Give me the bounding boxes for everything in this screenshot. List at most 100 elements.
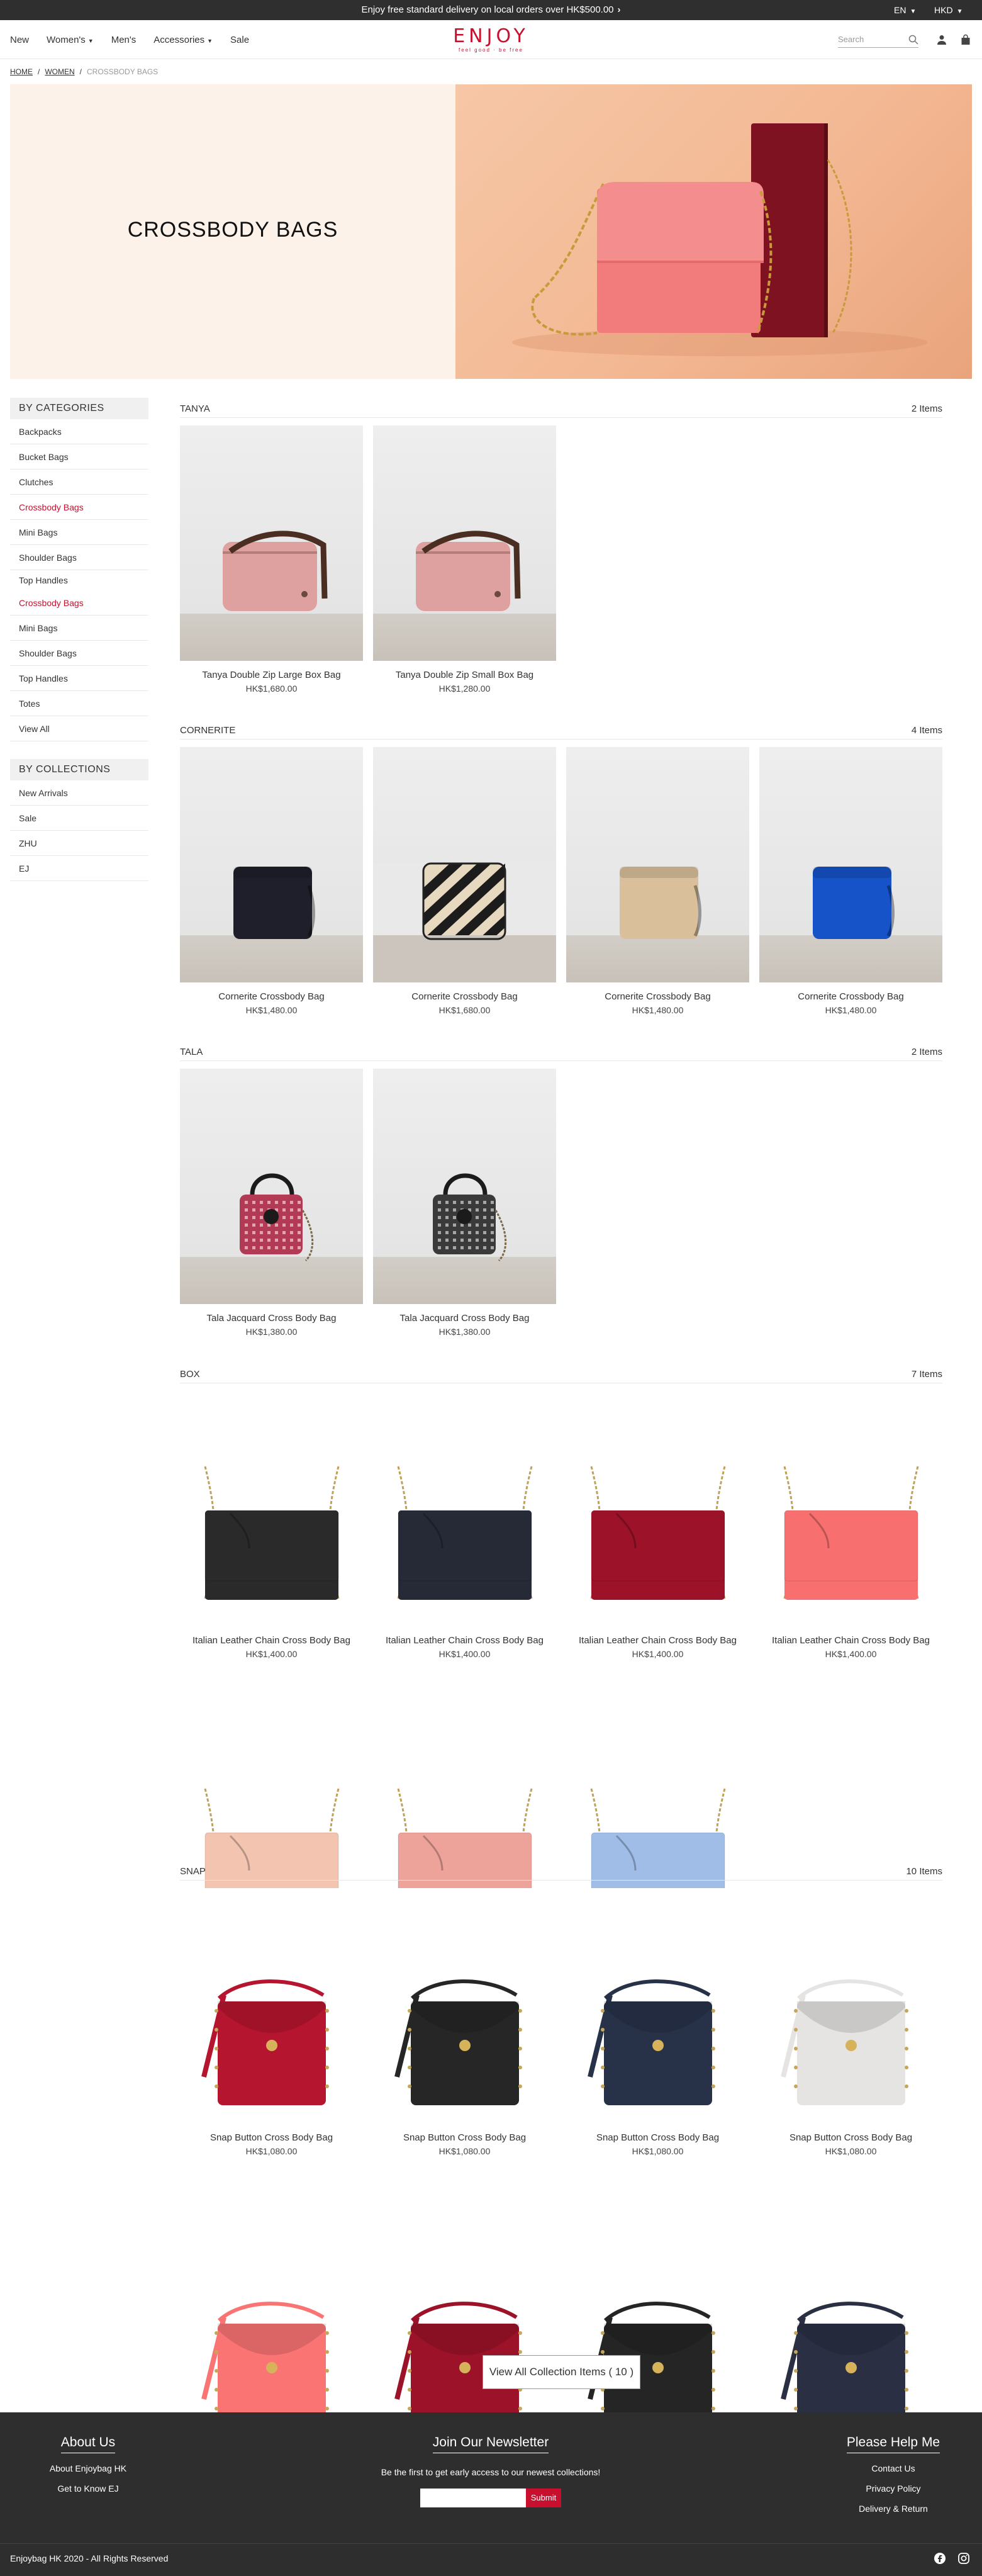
product-name[interactable]: Tanya Double Zip Large Box Bag [180,670,363,681]
product-name[interactable]: Italian Leather Chain Cross Body Bag [373,1635,556,1646]
sidebar-item-new-arrivals[interactable]: New Arrivals [10,780,148,806]
sidebar-item-top-handles[interactable]: Top Handles [10,570,148,590]
sidebar-item-shoulder-bags[interactable]: Shoulder Bags [10,545,148,570]
sidebar-item-totes[interactable]: Totes [10,691,148,716]
newsletter-email-field[interactable] [420,2489,526,2507]
product-name[interactable]: Tala Jacquard Cross Body Bag [180,1313,363,1324]
product-card[interactable]: Italian Leather Chain Cross Body Bag HK$1… [566,1391,749,1659]
account-icon[interactable] [936,34,947,45]
product-card[interactable]: Tala Jacquard Cross Body Bag HK$1,380.00 [180,1069,363,1337]
product-image[interactable] [180,2210,363,2446]
product-name[interactable]: Cornerite Crossbody Bag [566,991,749,1003]
product-image[interactable] [759,1888,942,2123]
product-image[interactable] [566,1888,749,2123]
product-name[interactable]: Italian Leather Chain Cross Body Bag [180,1635,363,1646]
instagram-icon[interactable] [957,2552,970,2565]
product-name[interactable]: Italian Leather Chain Cross Body Bag [759,1635,942,1646]
product-image[interactable] [180,1069,363,1304]
product-card[interactable]: Snap Button Cross Body Bag HK$1,080.00 [566,1888,749,2156]
facebook-icon[interactable] [934,2552,946,2565]
product-price: HK$1,080.00 [438,2146,491,2156]
nav-item-womens[interactable]: Women's ▼ [47,35,94,45]
product-name[interactable]: Cornerite Crossbody Bag [373,991,556,1003]
sidebar-item-top-handles[interactable]: Top Handles [10,666,148,691]
shopping-bag-icon[interactable] [960,34,971,45]
product-name[interactable]: Cornerite Crossbody Bag [759,991,942,1003]
product-name[interactable]: Snap Button Cross Body Bag [566,2132,749,2144]
product-name[interactable]: Italian Leather Chain Cross Body Bag [566,1635,749,1646]
footer-link-delivery-return[interactable]: Delivery & Return [830,2504,956,2514]
product-image[interactable] [373,1391,556,1626]
sidebar-item-view-all[interactable]: View All [10,716,148,741]
product-card[interactable]: Tanya Double Zip Large Box Bag HK$1,680.0… [180,425,363,694]
product-image[interactable] [566,747,749,982]
product-name[interactable]: Snap Button Cross Body Bag [759,2132,942,2144]
nav-item-new[interactable]: New [10,35,29,45]
sidebar-item-sale[interactable]: Sale [10,806,148,831]
product-card[interactable]: Cornerite Crossbody Bag HK$1,480.00 [566,747,749,1015]
promo-text: Enjoy free standard delivery on local or… [361,4,614,15]
product-name[interactable]: Snap Button Cross Body Bag [373,2132,556,2144]
newsletter-submit-button[interactable]: Submit [525,2489,562,2507]
product-image[interactable] [759,1391,942,1626]
product-card[interactable]: Snap Button Cross Body Bag HK$1,080.00 [373,1888,556,2156]
product-card[interactable]: Tala Jacquard Cross Body Bag HK$1,380.00 [373,1069,556,1337]
product-card[interactable]: Cornerite Crossbody Bag HK$1,480.00 [759,747,942,1015]
footer-link-get-to-know-ej[interactable]: Get to Know EJ [25,2483,151,2494]
product-name[interactable]: Cornerite Crossbody Bag [180,991,363,1003]
product-card[interactable]: Tanya Double Zip Small Box Bag HK$1,280.0… [373,425,556,694]
product-name[interactable]: Snap Button Cross Body Bag [180,2132,363,2144]
product-image[interactable] [759,747,942,982]
product-image[interactable] [373,425,556,661]
sidebar-item-crossbody-bags[interactable]: Crossbody Bags [10,495,148,520]
view-all-collection-button[interactable]: View All Collection Items ( 10 ) [483,2355,640,2389]
site-logo[interactable]: ENJOY feel good · be free [453,25,529,53]
product-image[interactable] [759,2210,942,2446]
nav-item-accessories[interactable]: Accessories ▼ [153,35,213,45]
product-image[interactable] [180,1888,363,2123]
product-image[interactable] [373,1069,556,1304]
product-card[interactable]: Cornerite Crossbody Bag HK$1,680.00 [373,747,556,1015]
nav-item-sale[interactable]: Sale [230,35,249,45]
product-image[interactable] [180,747,363,982]
footer-link-contact-us[interactable]: Contact Us [830,2463,956,2473]
product-card[interactable]: Cornerite Crossbody Bag HK$1,480.00 [180,747,363,1015]
sidebar-item-shoulder-bags[interactable]: Shoulder Bags [10,641,148,666]
product-name[interactable]: Tala Jacquard Cross Body Bag [373,1313,556,1324]
section-header-tanya: TANYA 2 Items [180,400,942,418]
product-image[interactable] [180,425,363,661]
sidebar-item-bucket-bags[interactable]: Bucket Bags [10,444,148,470]
sidebar-item-crossbody-bags[interactable]: Crossbody Bags [10,590,148,616]
product-image[interactable] [373,2210,556,2446]
product-name[interactable]: Tanya Double Zip Small Box Bag [373,670,556,681]
breadcrumb-women[interactable]: WOMEN [45,67,74,76]
sidebar-item-zhu[interactable]: ZHU [10,831,148,856]
nav-item-label: Accessories [153,34,205,45]
sidebar-item-mini-bags[interactable]: Mini Bags [10,616,148,641]
promo-banner[interactable]: Enjoy free standard delivery on local or… [0,0,982,20]
product-card[interactable]: Italian Leather Chain Cross Body Bag HK$1… [373,1391,556,1659]
product-card[interactable]: Italian Leather Chain Cross Body Bag HK$1… [759,1391,942,1659]
breadcrumb-home[interactable]: HOME [10,67,33,76]
search-input[interactable]: Search [838,31,918,48]
product-image[interactable] [373,1888,556,2123]
currency-selector[interactable]: HKD ▼ [934,0,962,22]
product-image[interactable] [566,1391,749,1626]
footer-about: About Us About Enjoybag HK Get to Know E… [25,2412,151,2494]
product-image[interactable] [373,747,556,982]
sidebar-item-ej[interactable]: EJ [10,856,148,881]
nav-item-mens[interactable]: Men's [111,35,137,45]
language-selector[interactable]: EN ▼ [894,0,916,22]
search-icon[interactable] [908,35,918,45]
product-image[interactable] [566,2210,749,2446]
footer-link-privacy-policy[interactable]: Privacy Policy [830,2483,956,2494]
product-card[interactable]: Snap Button Cross Body Bag HK$1,080.00 [180,1888,363,2156]
sidebar-item-clutches[interactable]: Clutches [10,470,148,495]
product-card[interactable]: Italian Leather Chain Cross Body Bag HK$1… [180,1391,363,1659]
footer-link-about-enjoybag[interactable]: About Enjoybag HK [25,2463,151,2473]
product-card[interactable]: Snap Button Cross Body Bag HK$1,080.00 [759,1888,942,2156]
product-image[interactable] [180,1391,363,1626]
main-content: BY CATEGORIES Backpacks Bucket Bags Clut… [0,379,982,2478]
sidebar-item-backpacks[interactable]: Backpacks [10,419,148,444]
sidebar-item-mini-bags[interactable]: Mini Bags [10,520,148,545]
